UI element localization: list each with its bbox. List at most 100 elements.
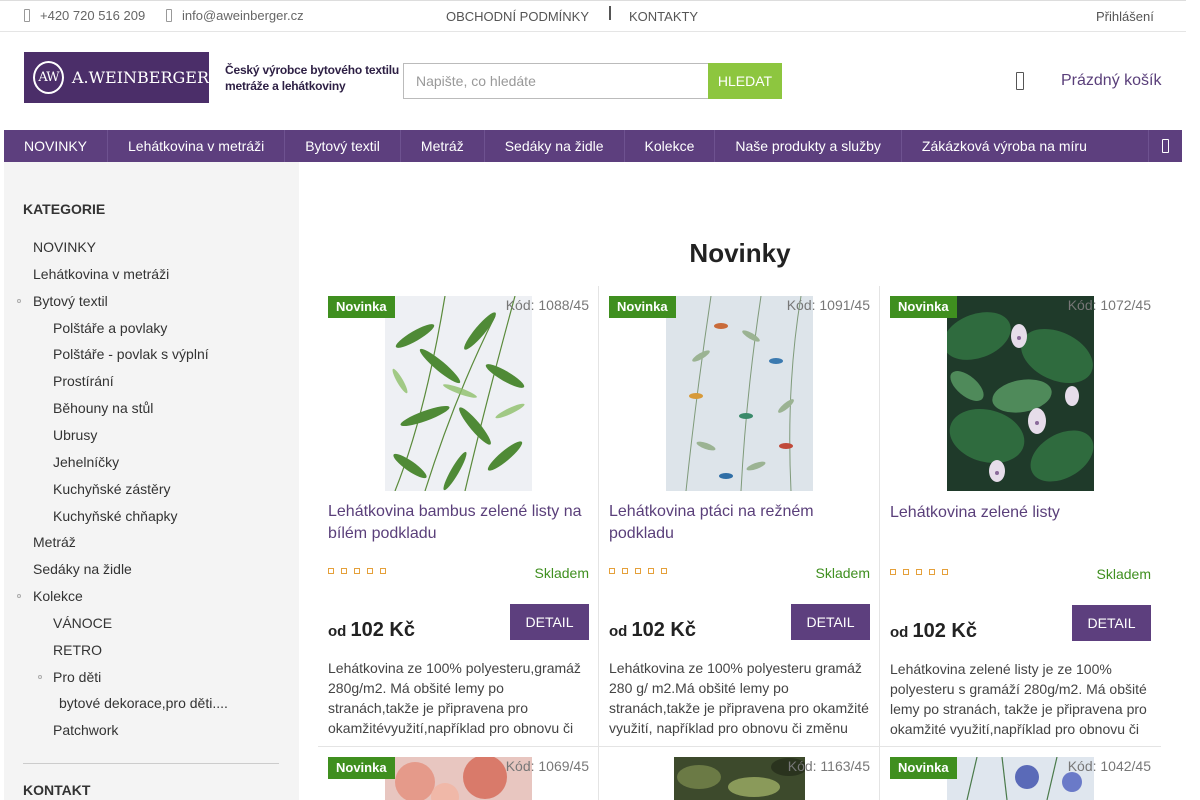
page-title: Novinky xyxy=(689,238,791,268)
category-item[interactable]: NOVINKY xyxy=(33,239,96,255)
product-card: Kód: 1163/45 xyxy=(599,747,880,800)
product-code: Kód: 1069/45 xyxy=(505,758,589,774)
category-item[interactable]: Kuchyňské chňapky xyxy=(53,508,178,524)
new-badge: Novinka xyxy=(890,296,957,318)
logo-wordmark: A.WEINBERGER xyxy=(71,68,209,87)
site-logo[interactable]: AW A.WEINBERGER xyxy=(24,52,209,103)
product-price: od 102 Kč xyxy=(609,619,696,642)
phone-contact[interactable]: +420 720 516 209 xyxy=(24,8,145,23)
product-image[interactable] xyxy=(947,296,1094,491)
new-badge: Novinka xyxy=(328,296,395,318)
new-badge: Novinka xyxy=(328,757,395,779)
category-bullet-icon xyxy=(17,299,21,303)
product-card: Novinka Kód: 1069/45 xyxy=(318,747,599,800)
nav-item-zakazkova-vyroba[interactable]: Zákázková výroba na míru xyxy=(902,130,1107,162)
category-item[interactable]: Metráž xyxy=(33,534,76,550)
price-value: 102 Kč xyxy=(912,620,978,642)
rating-stars xyxy=(328,568,386,574)
cart-link[interactable]: Prázdný košík xyxy=(1061,72,1161,90)
detail-button[interactable]: DETAIL xyxy=(510,604,589,640)
product-title[interactable]: Lehátkovina ptáci na režném podkladu xyxy=(609,501,871,545)
detail-button[interactable]: DETAIL xyxy=(791,604,870,640)
price-value: 102 Kč xyxy=(631,619,697,641)
category-item[interactable]: bytové dekorace,pro děti.... xyxy=(59,695,228,711)
stock-status: Skladem xyxy=(534,565,589,581)
nav-item-metraz[interactable]: Metráž xyxy=(401,130,485,162)
categories-heading: KATEGORIE xyxy=(23,201,106,217)
contact-heading: KONTAKT xyxy=(23,782,91,798)
star-icon xyxy=(328,568,334,574)
logo-mark: AW xyxy=(33,61,64,94)
star-icon xyxy=(648,568,654,574)
star-icon xyxy=(916,569,922,575)
nav-item-bytovy-textil[interactable]: Bytový textil xyxy=(285,130,401,162)
contacts-link[interactable]: KONTAKTY xyxy=(629,9,698,24)
nav-item-produkty-sluzby[interactable]: Naše produkty a služby xyxy=(715,130,902,162)
login-link[interactable]: Přihlášení xyxy=(1096,9,1154,24)
nav-item-lehatkovina[interactable]: Lehátkovina v metráži xyxy=(108,130,286,162)
category-item[interactable]: Polštáře - povlak s výplní xyxy=(53,346,209,362)
top-bar: +420 720 516 209 info@aweinberger.cz OBC… xyxy=(0,0,1186,32)
email-contact[interactable]: info@aweinberger.cz xyxy=(166,8,304,23)
star-icon xyxy=(929,569,935,575)
product-description: Lehátkovina zelené listy je ze 100% poly… xyxy=(890,661,1147,737)
category-bullet-icon xyxy=(17,594,21,598)
category-item[interactable]: Bytový textil xyxy=(33,293,108,309)
topbar-divider xyxy=(609,6,611,20)
new-badge: Novinka xyxy=(609,296,676,318)
new-badge: Novinka xyxy=(890,757,957,779)
product-card: Novinka Kód: 1088/45 Lehátkovina bambus … xyxy=(318,286,599,746)
product-code: Kód: 1163/45 xyxy=(787,758,870,774)
search-input[interactable] xyxy=(403,63,709,99)
price-prefix: od xyxy=(609,623,628,640)
category-item[interactable]: Prostírání xyxy=(53,373,114,389)
tagline-line-2: metráže a lehátkoviny xyxy=(225,79,346,93)
star-icon xyxy=(609,568,615,574)
product-code: Kód: 1042/45 xyxy=(1067,758,1151,774)
category-item[interactable]: Běhouny na stůl xyxy=(53,400,153,416)
price-value: 102 Kč xyxy=(350,619,416,641)
nav-item-kolekce[interactable]: Kolekce xyxy=(625,130,716,162)
product-title[interactable]: Lehátkovina zelené listy xyxy=(890,502,1152,524)
product-price: od 102 Kč xyxy=(328,619,415,642)
nav-item-sedaky[interactable]: Sedáky na židle xyxy=(485,130,625,162)
star-icon xyxy=(903,569,909,575)
product-image[interactable] xyxy=(666,296,813,491)
cart-icon[interactable] xyxy=(1016,72,1024,90)
category-item[interactable]: Pro děti xyxy=(53,669,101,685)
nav-item-novinky[interactable]: NOVINKY xyxy=(4,130,109,162)
phone-icon xyxy=(24,9,30,22)
product-description: Lehátkovina ze 100% polyesteru,gramáž 28… xyxy=(328,660,581,736)
category-item[interactable]: Patchwork xyxy=(53,722,118,738)
search-button[interactable]: HLEDAT xyxy=(708,63,782,99)
category-item[interactable]: Lehátkovina v metráži xyxy=(33,266,169,282)
price-prefix: od xyxy=(328,623,347,640)
product-image[interactable] xyxy=(385,296,532,491)
category-item[interactable]: RETRO xyxy=(53,642,102,658)
phone-number: +420 720 516 209 xyxy=(40,8,146,23)
terms-link[interactable]: OBCHODNÍ PODMÍNKY xyxy=(446,9,589,24)
category-item[interactable]: Polštáře a povlaky xyxy=(53,320,167,336)
nav-more-button[interactable] xyxy=(1148,130,1182,162)
star-icon xyxy=(942,569,948,575)
sidebar: KATEGORIE NOVINKY Lehátkovina v metráži By… xyxy=(4,162,299,800)
category-item[interactable]: VÁNOCE xyxy=(53,615,112,631)
menu-icon xyxy=(1162,139,1169,153)
star-icon xyxy=(341,568,347,574)
product-code: Kód: 1088/45 xyxy=(505,297,589,313)
site-tagline: Český výrobce bytového textilu metráže a… xyxy=(225,62,399,94)
category-item[interactable]: Kuchyňské zástěry xyxy=(53,481,171,497)
detail-button[interactable]: DETAIL xyxy=(1072,605,1151,641)
product-card: Novinka Kód: 1091/45 Lehátkovina ptáci n… xyxy=(599,286,880,746)
category-item[interactable]: Sedáky na židle xyxy=(33,561,132,577)
product-card: Novinka Kód: 1042/45 xyxy=(880,747,1161,800)
product-card: Novinka Kód: 1072/45 Lehátkovina zelené … xyxy=(880,286,1161,746)
category-item[interactable]: Ubrusy xyxy=(53,427,97,443)
category-item[interactable]: Kolekce xyxy=(33,588,83,604)
star-icon xyxy=(635,568,641,574)
star-icon xyxy=(622,568,628,574)
product-title[interactable]: Lehátkovina bambus zelené listy na bílém… xyxy=(328,501,590,545)
category-item[interactable]: Jehelníčky xyxy=(53,454,119,470)
product-code: Kód: 1072/45 xyxy=(1067,297,1151,313)
product-image[interactable] xyxy=(674,757,805,800)
